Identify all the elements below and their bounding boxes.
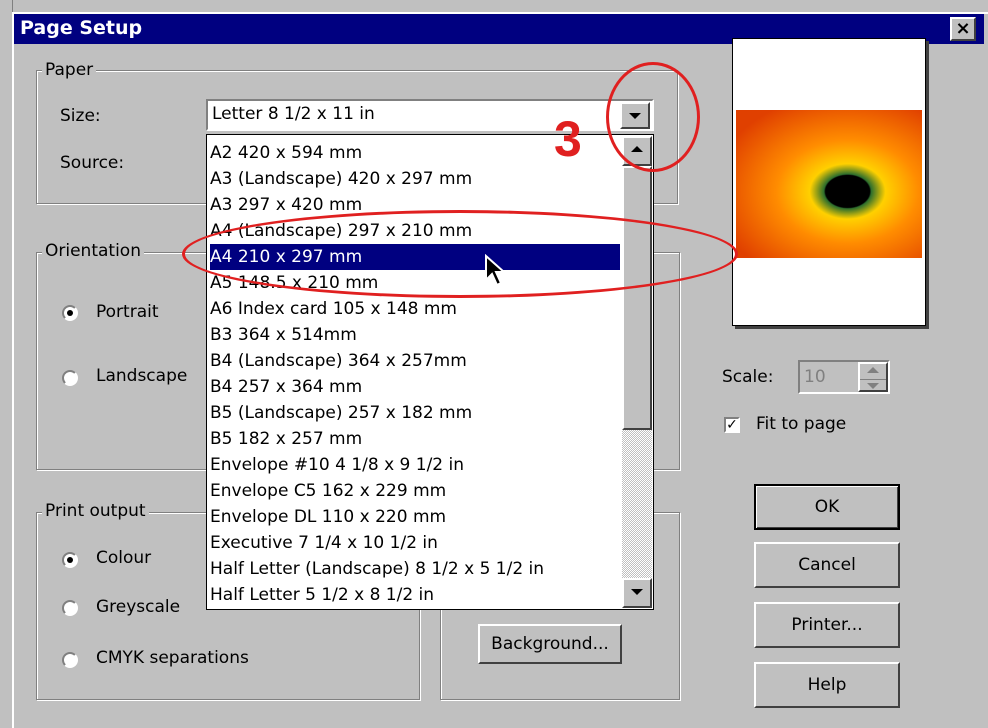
print-output-legend: Print output (42, 501, 149, 521)
dropdown-option[interactable]: B4 257 x 364 mm (210, 374, 620, 400)
cmyk-label[interactable]: CMYK separations (96, 648, 249, 668)
annotation-circle-a4 (182, 210, 738, 298)
portrait-radio[interactable] (62, 305, 78, 321)
dropdown-option[interactable]: A6 Index card 105 x 148 mm (210, 296, 620, 322)
colour-radio[interactable] (62, 552, 78, 568)
landscape-radio[interactable] (62, 370, 78, 386)
mouse-pointer-icon (485, 254, 507, 287)
cancel-button[interactable]: Cancel (754, 542, 900, 588)
spin-down-icon (867, 383, 879, 389)
greyscale-label[interactable]: Greyscale (96, 597, 180, 617)
fit-to-page-checkbox[interactable]: ✓ (724, 417, 740, 433)
spin-up-icon (867, 367, 879, 373)
dropdown-option[interactable]: Half Letter 5 1/2 x 8 1/2 in (210, 582, 620, 608)
checkmark-icon: ✓ (726, 417, 738, 433)
printer-button[interactable]: Printer... (754, 602, 900, 648)
close-button[interactable]: × (950, 17, 976, 41)
dropdown-option[interactable]: Envelope #10 4 1/8 x 9 1/2 in (210, 452, 620, 478)
size-label: Size: (60, 106, 101, 126)
orientation-legend: Orientation (42, 241, 144, 261)
fit-to-page-label[interactable]: Fit to page (756, 414, 846, 434)
close-icon: × (955, 18, 971, 39)
paper-legend: Paper (42, 60, 97, 80)
cmyk-radio[interactable] (62, 652, 78, 668)
scroll-thumb[interactable] (622, 166, 652, 430)
dropdown-option[interactable]: A3 (Landscape) 420 x 297 mm (210, 166, 620, 192)
portrait-label[interactable]: Portrait (96, 302, 159, 322)
dropdown-option[interactable]: B4 (Landscape) 364 x 257mm (210, 348, 620, 374)
paper-size-value: Letter 8 1/2 x 11 in (212, 104, 375, 124)
dropdown-option[interactable]: B3 364 x 514mm (210, 322, 620, 348)
annotation-step-number: 3 (554, 111, 582, 167)
help-button[interactable]: Help (754, 662, 900, 708)
dropdown-option[interactable]: Envelope C5 162 x 229 mm (210, 478, 620, 504)
scale-spinner[interactable] (858, 362, 888, 392)
dropdown-option[interactable]: B5 182 x 257 mm (210, 426, 620, 452)
dialog-title: Page Setup (20, 17, 143, 39)
dropdown-option[interactable]: Envelope DL 110 x 220 mm (210, 504, 620, 530)
dropdown-option[interactable]: Half Letter (Landscape) 8 1/2 x 5 1/2 in (210, 556, 620, 582)
landscape-label[interactable]: Landscape (96, 366, 187, 386)
arrow-down-icon (631, 589, 643, 595)
background-button[interactable]: Background... (478, 624, 622, 664)
dropdown-option[interactable]: B5 (Landscape) 257 x 182 mm (210, 400, 620, 426)
greyscale-radio[interactable] (62, 600, 78, 616)
scale-value: 10 (804, 367, 826, 387)
fractal-preview-image (736, 110, 922, 258)
scroll-down-button[interactable] (622, 578, 652, 608)
ok-button[interactable]: OK (754, 484, 900, 530)
source-label: Source: (60, 153, 125, 173)
colour-label[interactable]: Colour (96, 548, 151, 568)
annotation-circle-dropdown (606, 62, 700, 172)
dropdown-option[interactable]: Executive 7 1/4 x 10 1/2 in (210, 530, 620, 556)
background-window-strip (0, 0, 988, 12)
scale-label: Scale: (722, 367, 774, 387)
